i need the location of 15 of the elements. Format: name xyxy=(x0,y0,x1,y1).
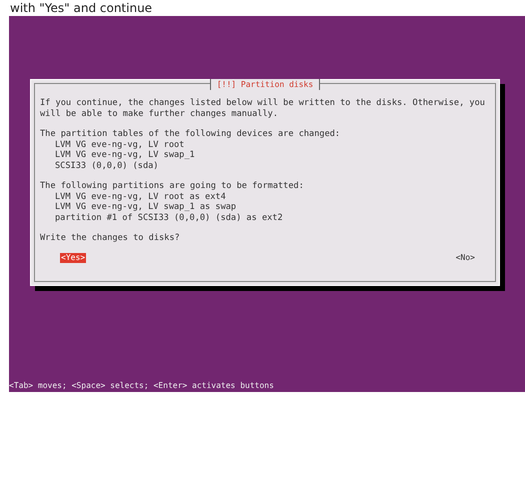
status-hint-text: <Tab> moves; <Space> selects; <Enter> activates buttons xyxy=(9,381,275,392)
list-item: LVM VG eve-ng-vg, LV root xyxy=(54,140,186,150)
list-item: SCSI33 (0,0,0) (sda) xyxy=(54,160,160,171)
list-item: LVM VG eve-ng-vg, LV swap_1 xyxy=(54,150,196,160)
dialog-button[interactable]: <No> xyxy=(454,252,476,262)
list-item: LVM VG eve-ng-vg, LV root as ext4 xyxy=(54,192,227,202)
section-heading: The following partitions are going to be formatted: xyxy=(40,181,305,192)
list-item: LVM VG eve-ng-vg, LV swap_1 as swap xyxy=(54,202,238,212)
section-heading: The partition tables of the following devices are changed: xyxy=(40,129,342,140)
question-text: Write the changes to disks? xyxy=(40,233,181,244)
caption-text: with "Yes" and continue xyxy=(9,0,154,16)
dialog-button[interactable]: <Yes> xyxy=(60,252,86,262)
list-item: partition #1 of SCSI33 (0,0,0) (sda) as ext2 xyxy=(54,212,284,223)
intro-text: If you continue, the changes listed below will be written to the disks. Otherwise, you will be able to make further changes manually. xyxy=(40,98,486,119)
dialog-title: [!!] Partition disks xyxy=(210,79,320,90)
